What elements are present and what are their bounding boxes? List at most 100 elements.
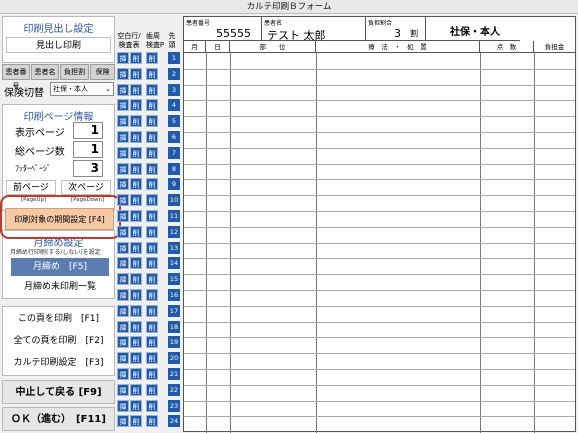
insert-row-button[interactable]: 挿 [117,289,129,301]
delete-row-button[interactable]: 削 [130,131,142,143]
perio-row-button[interactable]: 削 [146,305,158,317]
perio-row-button[interactable]: 削 [146,226,158,238]
insert-row-button[interactable]: 挿 [117,147,129,159]
perio-row-button[interactable]: 削 [146,131,158,143]
insert-row-button[interactable]: 挿 [117,305,129,317]
next-page-button[interactable]: 次ページ [61,180,111,195]
print-this-page-button[interactable]: この頁を印刷 [F1] [6,310,111,329]
insert-row-button[interactable]: 挿 [117,84,129,96]
perio-row-button[interactable]: 削 [146,321,158,333]
perio-row-button[interactable]: 削 [146,415,158,427]
tab-patient-number[interactable]: 患者番号 [2,64,30,90]
delete-row-button[interactable]: 削 [130,321,142,333]
row-number-button[interactable]: 12 [168,226,180,238]
insert-row-button[interactable]: 挿 [117,352,129,364]
row-number-button[interactable]: 2 [168,68,180,80]
row-number-button[interactable]: 24 [168,415,180,427]
perio-row-button[interactable]: 削 [146,289,158,301]
row-number-button[interactable]: 7 [168,147,180,159]
row-number-button[interactable]: 20 [168,352,180,364]
insert-row-button[interactable]: 挿 [117,115,129,127]
tab-burden-ratio[interactable]: 負担割合 [60,64,89,90]
monthly-unprinted-list-button[interactable]: 月締め未印刷一覧 [11,279,109,296]
delete-row-button[interactable]: 削 [130,257,142,269]
print-all-pages-button[interactable]: 全ての頁を印刷 [F2] [6,332,111,351]
delete-row-button[interactable]: 削 [130,226,142,238]
perio-row-button[interactable]: 削 [146,194,158,206]
row-number-button[interactable]: 9 [168,178,180,190]
insurance-select[interactable]: 社保・本人 ⌄ [50,82,114,96]
insert-row-button[interactable]: 挿 [117,415,129,427]
delete-row-button[interactable]: 削 [130,336,142,348]
delete-row-button[interactable]: 削 [130,115,142,127]
delete-row-button[interactable]: 削 [130,384,142,396]
perio-row-button[interactable]: 削 [146,384,158,396]
row-number-button[interactable]: 10 [168,194,180,206]
row-number-button[interactable]: 6 [168,131,180,143]
perio-row-button[interactable]: 削 [146,400,158,412]
monthly-close-button[interactable]: 月締め [F5] [11,258,109,276]
row-number-button[interactable]: 21 [168,368,180,380]
perio-row-button[interactable]: 削 [146,84,158,96]
row-number-button[interactable]: 17 [168,305,180,317]
insert-row-button[interactable]: 挿 [117,178,129,190]
insert-row-button[interactable]: 挿 [117,210,129,222]
perio-row-button[interactable]: 削 [146,99,158,111]
perio-row-button[interactable]: 削 [146,115,158,127]
row-number-button[interactable]: 8 [168,163,180,175]
delete-row-button[interactable]: 削 [130,415,142,427]
perio-row-button[interactable]: 削 [146,336,158,348]
insert-row-button[interactable]: 挿 [117,52,129,64]
row-number-button[interactable]: 1 [168,52,180,64]
delete-row-button[interactable]: 削 [130,99,142,111]
row-number-button[interactable]: 4 [168,99,180,111]
delete-row-button[interactable]: 削 [130,273,142,285]
delete-row-button[interactable]: 削 [130,210,142,222]
delete-row-button[interactable]: 削 [130,352,142,364]
perio-row-button[interactable]: 削 [146,242,158,254]
insert-row-button[interactable]: 挿 [117,163,129,175]
insert-row-button[interactable]: 挿 [117,273,129,285]
perio-row-button[interactable]: 削 [146,52,158,64]
delete-row-button[interactable]: 削 [130,305,142,317]
perio-row-button[interactable]: 削 [146,210,158,222]
perio-row-button[interactable]: 削 [146,273,158,285]
row-number-button[interactable]: 22 [168,384,180,396]
row-number-button[interactable]: 11 [168,210,180,222]
print-heading-button[interactable]: 見出し印刷 [6,37,111,53]
perio-row-button[interactable]: 削 [146,163,158,175]
print-settings-button[interactable]: カルテ印刷設定 [F3] [6,354,111,373]
ok-button[interactable]: ＯＫ（進む） [F11] [2,407,115,431]
perio-row-button[interactable]: 削 [146,147,158,159]
row-number-button[interactable]: 5 [168,115,180,127]
prev-page-button[interactable]: 前ページ [6,180,56,195]
row-number-button[interactable]: 15 [168,273,180,285]
delete-row-button[interactable]: 削 [130,147,142,159]
insert-row-button[interactable]: 挿 [117,194,129,206]
insert-row-button[interactable]: 挿 [117,400,129,412]
delete-row-button[interactable]: 削 [130,400,142,412]
tab-insurance[interactable]: 保険 [90,64,115,80]
row-number-button[interactable]: 19 [168,336,180,348]
delete-row-button[interactable]: 削 [130,178,142,190]
perio-row-button[interactable]: 削 [146,352,158,364]
perio-row-button[interactable]: 削 [146,257,158,269]
delete-row-button[interactable]: 削 [130,163,142,175]
row-number-button[interactable]: 3 [168,84,180,96]
insert-row-button[interactable]: 挿 [117,99,129,111]
delete-row-button[interactable]: 削 [130,68,142,80]
delete-row-button[interactable]: 削 [130,84,142,96]
row-number-button[interactable]: 13 [168,242,180,254]
delete-row-button[interactable]: 削 [130,289,142,301]
insert-row-button[interactable]: 挿 [117,336,129,348]
row-number-button[interactable]: 18 [168,321,180,333]
delete-row-button[interactable]: 削 [130,242,142,254]
cancel-button[interactable]: 中止して戻る [F9] [2,380,115,404]
insert-row-button[interactable]: 挿 [117,131,129,143]
row-number-button[interactable]: 14 [168,257,180,269]
row-number-button[interactable]: 23 [168,400,180,412]
insert-row-button[interactable]: 挿 [117,242,129,254]
insert-row-button[interactable]: 挿 [117,226,129,238]
delete-row-button[interactable]: 削 [130,368,142,380]
tab-patient-name[interactable]: 患者名 [31,64,59,80]
